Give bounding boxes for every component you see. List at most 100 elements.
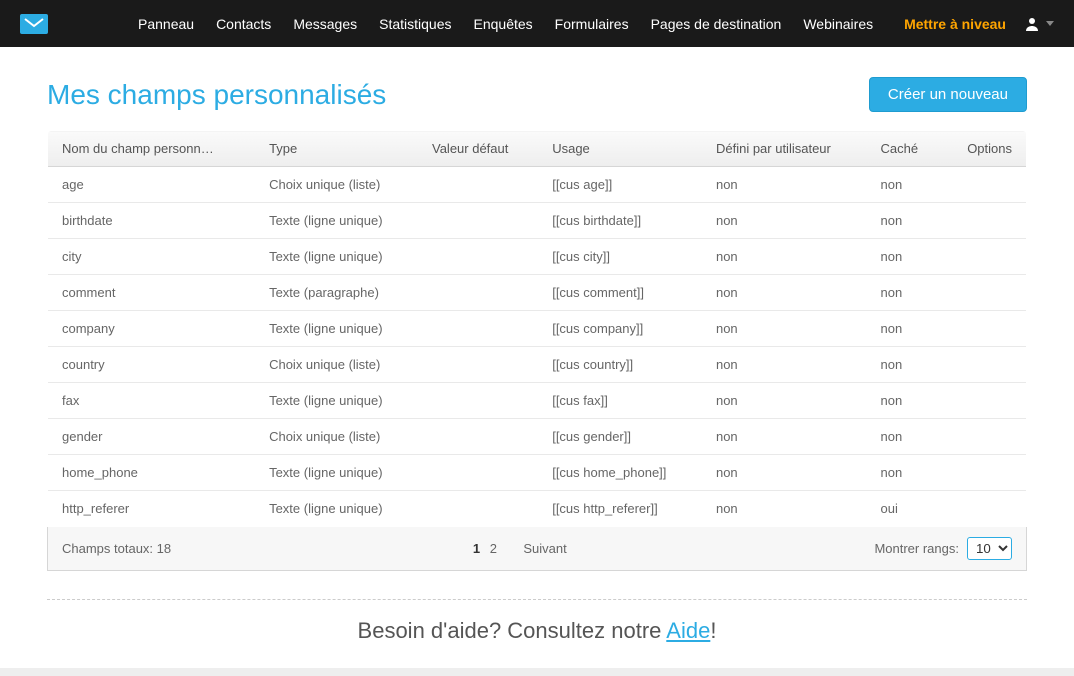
cell-type: Texte (ligne unique) (255, 239, 418, 275)
cell-hidden: non (867, 383, 943, 419)
cell-user_defined: non (702, 455, 867, 491)
cell-usage: [[cus http_referer]] (538, 491, 702, 527)
nav-formulaires[interactable]: Formulaires (555, 16, 629, 32)
table-row[interactable]: cityTexte (ligne unique)[[cus city]]nonn… (48, 239, 1027, 275)
cell-usage: [[cus gender]] (538, 419, 702, 455)
help-suffix: ! (710, 618, 716, 643)
cell-usage: [[cus age]] (538, 167, 702, 203)
upgrade-link[interactable]: Mettre à niveau (904, 16, 1006, 32)
cell-default (418, 347, 538, 383)
cell-name: birthdate (48, 203, 256, 239)
cell-default (418, 491, 538, 527)
nav-panneau[interactable]: Panneau (138, 16, 194, 32)
table-row[interactable]: faxTexte (ligne unique)[[cus fax]]nonnon (48, 383, 1027, 419)
create-new-button[interactable]: Créer un nouveau (869, 77, 1027, 112)
cell-hidden: non (867, 311, 943, 347)
cell-name: company (48, 311, 256, 347)
user-menu[interactable] (1024, 16, 1054, 32)
cell-type: Choix unique (liste) (255, 419, 418, 455)
bottom-bar (0, 668, 1074, 676)
cell-options (942, 239, 1026, 275)
cell-type: Texte (ligne unique) (255, 203, 418, 239)
cell-type: Choix unique (liste) (255, 167, 418, 203)
cell-usage: [[cus city]] (538, 239, 702, 275)
help-link[interactable]: Aide (666, 618, 710, 643)
cell-hidden: oui (867, 491, 943, 527)
pagination-next[interactable]: Suivant (523, 541, 566, 556)
cell-type: Texte (ligne unique) (255, 383, 418, 419)
nav-pages[interactable]: Pages de destination (651, 16, 782, 32)
logo-icon[interactable] (20, 14, 48, 34)
cell-user_defined: non (702, 275, 867, 311)
cell-usage: [[cus birthdate]] (538, 203, 702, 239)
table-footer: Champs totaux: 18 1 2 Suivant Montrer ra… (47, 527, 1027, 571)
cell-type: Choix unique (liste) (255, 347, 418, 383)
th-hidden[interactable]: Caché (867, 131, 943, 167)
cell-options (942, 419, 1026, 455)
cell-default (418, 167, 538, 203)
cell-user_defined: non (702, 167, 867, 203)
cell-hidden: non (867, 167, 943, 203)
pagination-page-current: 1 (473, 541, 480, 556)
cell-default (418, 275, 538, 311)
main-container: Mes champs personnalisés Créer un nouvea… (47, 47, 1027, 668)
pagination-page-2[interactable]: 2 (490, 541, 497, 556)
cell-options (942, 167, 1026, 203)
show-rows-select[interactable]: 10 (967, 537, 1012, 560)
cell-default (418, 203, 538, 239)
page-title: Mes champs personnalisés (47, 79, 386, 111)
nav-messages[interactable]: Messages (293, 16, 357, 32)
cell-default (418, 455, 538, 491)
th-type[interactable]: Type (255, 131, 418, 167)
cell-name: gender (48, 419, 256, 455)
nav-links: Panneau Contacts Messages Statistiques E… (138, 16, 904, 32)
cell-hidden: non (867, 347, 943, 383)
cell-options (942, 383, 1026, 419)
th-name[interactable]: Nom du champ personn… (48, 131, 256, 167)
cell-user_defined: non (702, 347, 867, 383)
cell-default (418, 419, 538, 455)
total-count: Champs totaux: 18 (62, 541, 171, 556)
cell-type: Texte (paragraphe) (255, 275, 418, 311)
cell-usage: [[cus home_phone]] (538, 455, 702, 491)
cell-usage: [[cus company]] (538, 311, 702, 347)
cell-user_defined: non (702, 419, 867, 455)
th-userdefined[interactable]: Défini par utilisateur (702, 131, 867, 167)
help-prefix: Besoin d'aide? Consultez notre (358, 618, 667, 643)
cell-hidden: non (867, 419, 943, 455)
table-row[interactable]: countryChoix unique (liste)[[cus country… (48, 347, 1027, 383)
cell-type: Texte (ligne unique) (255, 311, 418, 347)
cell-usage: [[cus fax]] (538, 383, 702, 419)
custom-fields-table: Nom du champ personn… Type Valeur défaut… (47, 130, 1027, 527)
help-footer: Besoin d'aide? Consultez notre Aide! (47, 618, 1027, 668)
table-row[interactable]: genderChoix unique (liste) [[cus gender]]… (48, 419, 1027, 455)
nav-contacts[interactable]: Contacts (216, 16, 271, 32)
cell-name: home_phone (48, 455, 256, 491)
cell-name: age (48, 167, 256, 203)
pagination: 1 2 Suivant (171, 541, 874, 556)
show-rows-label: Montrer rangs: (874, 541, 959, 556)
cell-usage: [[cus country]] (538, 347, 702, 383)
table-row[interactable]: birthdateTexte (ligne unique) [[cus birth… (48, 203, 1027, 239)
cell-user_defined: non (702, 311, 867, 347)
cell-hidden: non (867, 239, 943, 275)
cell-hidden: non (867, 203, 943, 239)
page-header: Mes champs personnalisés Créer un nouvea… (47, 77, 1027, 112)
table-row[interactable]: ageChoix unique (liste)[[cus age]]nonnon (48, 167, 1027, 203)
cell-name: http_referer (48, 491, 256, 527)
nav-statistiques[interactable]: Statistiques (379, 16, 451, 32)
cell-default (418, 383, 538, 419)
divider (47, 599, 1027, 600)
table-row[interactable]: companyTexte (ligne unique) [[cus company… (48, 311, 1027, 347)
table-row[interactable]: http_refererTexte (ligne unique)[[cus ht… (48, 491, 1027, 527)
cell-name: comment (48, 275, 256, 311)
nav-enquetes[interactable]: Enquêtes (474, 16, 533, 32)
user-icon (1024, 16, 1040, 32)
cell-default (418, 239, 538, 275)
table-row[interactable]: commentTexte (paragraphe)[[cus comment]]… (48, 275, 1027, 311)
cell-options (942, 275, 1026, 311)
table-row[interactable]: home_phoneTexte (ligne unique)[[cus home… (48, 455, 1027, 491)
th-usage[interactable]: Usage (538, 131, 702, 167)
nav-webinaires[interactable]: Webinaires (803, 16, 873, 32)
th-default[interactable]: Valeur défaut (418, 131, 538, 167)
